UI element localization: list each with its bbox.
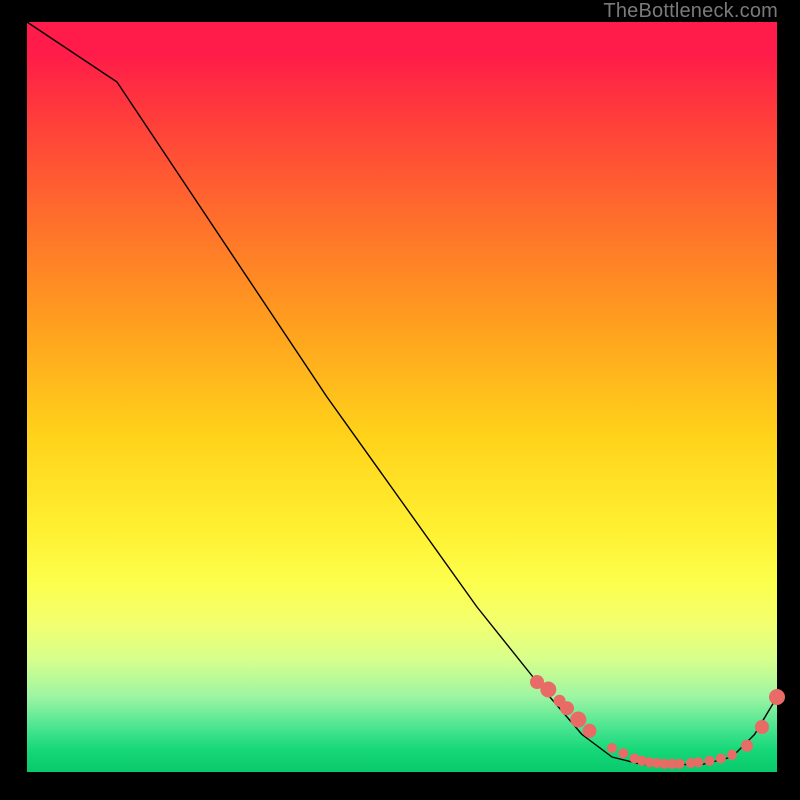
bottleneck-curve bbox=[27, 22, 777, 765]
data-point bbox=[693, 757, 703, 767]
scatter-points bbox=[530, 675, 785, 769]
data-point bbox=[570, 712, 586, 728]
data-point bbox=[583, 724, 597, 738]
data-point bbox=[716, 754, 726, 764]
data-point bbox=[755, 720, 769, 734]
chart-container: TheBottleneck.com bbox=[0, 0, 800, 800]
data-point bbox=[727, 750, 737, 760]
plot-area bbox=[27, 22, 777, 772]
data-point bbox=[741, 740, 753, 752]
data-point bbox=[675, 759, 685, 769]
chart-overlay bbox=[27, 22, 777, 772]
data-point bbox=[607, 743, 617, 753]
watermark-text: TheBottleneck.com bbox=[603, 0, 778, 23]
data-point bbox=[769, 689, 785, 705]
data-point bbox=[560, 701, 574, 715]
data-point bbox=[618, 748, 628, 758]
data-point bbox=[705, 756, 715, 766]
data-point bbox=[540, 682, 556, 698]
